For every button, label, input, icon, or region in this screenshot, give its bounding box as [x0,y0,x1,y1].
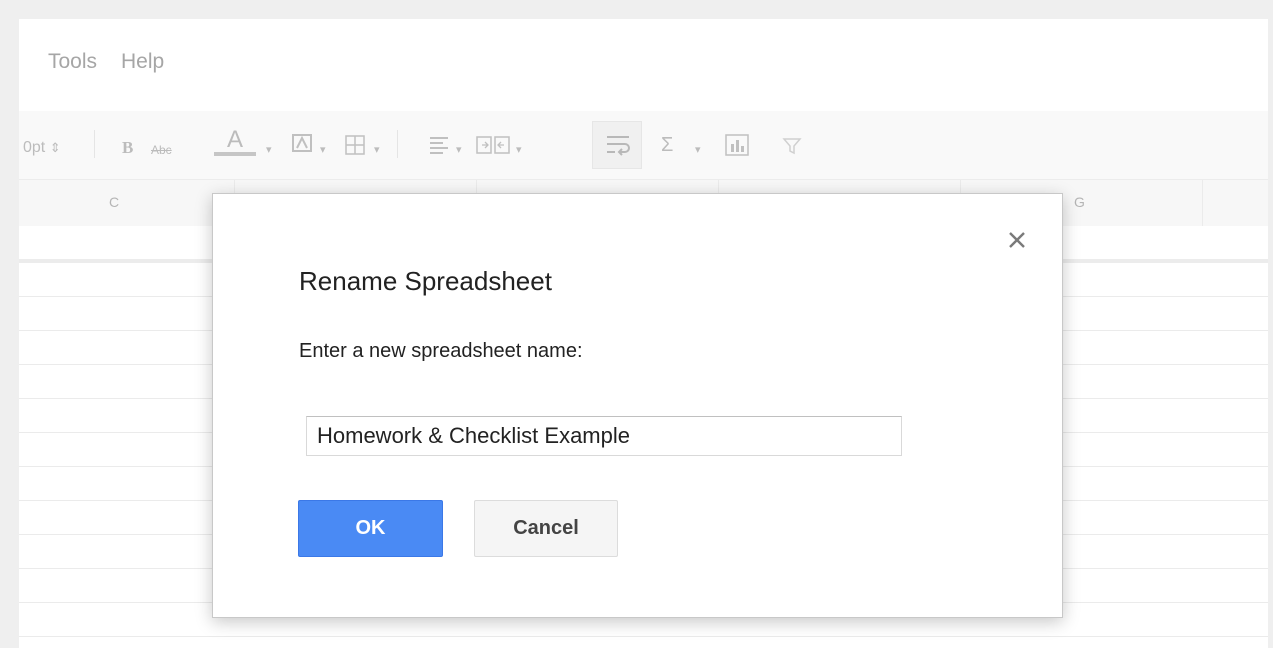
chevron-down-icon[interactable]: ▾ [266,140,272,160]
insert-chart-button[interactable] [724,133,750,157]
toolbar-separator [94,130,95,158]
wrap-icon [607,136,630,156]
column-c-header[interactable]: C [109,194,119,210]
rename-dialog: Rename Spreadsheet Enter a new spreadshe… [212,193,1063,618]
font-size-arrows-icon: ⇕ [49,140,61,155]
close-icon[interactable] [1005,228,1029,252]
text-color-button[interactable]: A [214,126,256,156]
chart-icon [725,134,749,156]
chevron-down-icon[interactable]: ▾ [695,140,701,160]
sigma-icon[interactable]: Σ [661,135,673,155]
cancel-button[interactable]: Cancel [474,500,618,557]
chevron-down-icon[interactable]: ▾ [456,140,462,160]
font-size-value: 0pt [23,139,46,156]
fill-color-icon [292,134,312,152]
dialog-prompt: Enter a new spreadsheet name: [299,340,583,362]
merge-icon [476,136,510,154]
align-icon [430,137,448,154]
chevron-down-icon[interactable]: ▾ [374,140,380,160]
toolbar: 0pt ⇕ B Abc A ▾ ▾ ▾ ▾ ▾ Σ ▾ [19,111,1268,180]
ok-button[interactable]: OK [298,500,443,557]
menu-tools[interactable]: Tools [48,50,97,74]
bold-button[interactable]: B [122,138,133,158]
borders-button[interactable] [344,134,366,156]
align-button[interactable] [428,135,450,155]
filter-icon [782,138,802,155]
spreadsheet-name-input[interactable] [306,416,902,456]
chevron-down-icon[interactable]: ▾ [516,140,522,160]
wrap-text-button[interactable] [592,121,642,169]
strikethrough-button[interactable]: Abc [151,140,172,160]
toolbar-separator [397,130,398,158]
text-color-icon: A [226,126,243,153]
merge-cells-button[interactable] [475,134,511,156]
fill-color-button[interactable] [291,133,313,155]
font-size-select[interactable]: 0pt ⇕ [23,138,61,158]
menu-help[interactable]: Help [121,50,164,74]
filter-button[interactable] [782,136,802,156]
dialog-title: Rename Spreadsheet [299,266,552,296]
borders-icon [345,135,365,155]
chevron-down-icon[interactable]: ▾ [320,140,326,160]
column-g-header[interactable]: G [1074,194,1085,210]
menu-bar: Tools Help [19,19,1268,111]
